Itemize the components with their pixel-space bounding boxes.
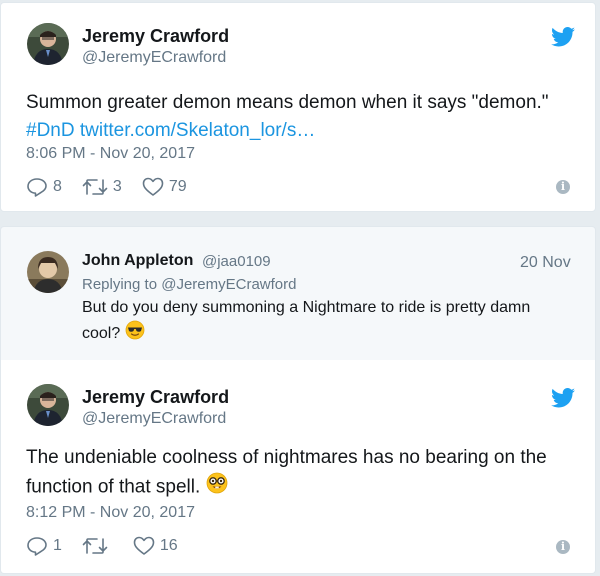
tweet-body: The undeniable coolness of nightmares ha… — [26, 447, 547, 498]
like-button[interactable]: 79 — [142, 177, 187, 197]
nerd-emoji — [206, 472, 228, 503]
reply-author-handle[interactable]: @jaa0109 — [202, 253, 271, 270]
avatar[interactable] — [27, 251, 69, 293]
heart-icon — [133, 536, 155, 555]
reply-count: 1 — [53, 537, 62, 554]
reply-count: 8 — [53, 178, 62, 195]
retweet-button[interactable]: 3 — [82, 178, 122, 196]
reply-author-name[interactable]: John Appleton — [82, 252, 193, 270]
avatar[interactable] — [27, 23, 69, 65]
timestamp[interactable]: 8:12 PM - Nov 20, 2017 — [26, 504, 195, 522]
action-bar: 8 3 79 — [26, 177, 207, 197]
like-count: 79 — [168, 178, 187, 195]
retweet-icon — [82, 538, 108, 554]
like-count: 16 — [159, 537, 178, 554]
timestamp[interactable]: 8:06 PM - Nov 20, 2017 — [26, 145, 195, 163]
reply-card: John Appleton @jaa0109 20 Nov Replying t… — [0, 226, 596, 361]
replying-to[interactable]: Replying to @JeremyECrawford — [82, 276, 296, 293]
tweet-card-1: Jeremy Crawford @JeremyECrawford Summon … — [0, 2, 596, 212]
url-link[interactable]: twitter.com/Skelaton_lor/s… — [80, 120, 315, 141]
hashtag-link[interactable]: #DnD — [26, 120, 75, 141]
retweet-count: 3 — [112, 178, 122, 195]
reply-icon — [27, 178, 47, 197]
reply-button[interactable]: 8 — [26, 177, 62, 197]
tweet-text: Summon greater demon means demon when it… — [26, 89, 581, 145]
twitter-bird-icon[interactable] — [551, 27, 575, 47]
reply-icon — [27, 537, 47, 556]
retweet-icon — [82, 179, 108, 195]
heart-icon — [142, 177, 164, 196]
author-handle[interactable]: @JeremyECrawford — [82, 49, 226, 67]
info-icon[interactable]: i — [556, 540, 570, 554]
reply-date[interactable]: 20 Nov — [520, 254, 571, 272]
tweet-card-2: Jeremy Crawford @JeremyECrawford The und… — [0, 360, 596, 574]
action-bar: 1 16 — [26, 536, 198, 556]
twitter-bird-icon[interactable] — [551, 388, 575, 408]
tweet-body: Summon greater demon means demon when it… — [26, 92, 549, 113]
sunglasses-emoji — [125, 320, 145, 348]
info-icon[interactable]: i — [556, 180, 570, 194]
avatar[interactable] — [27, 384, 69, 426]
retweet-button[interactable] — [82, 537, 113, 555]
author-name[interactable]: Jeremy Crawford — [82, 26, 229, 47]
reply-body: But do you deny summoning a Nightmare to… — [82, 299, 531, 343]
author-name[interactable]: Jeremy Crawford — [82, 387, 229, 408]
tweet-text: The undeniable coolness of nightmares ha… — [26, 444, 571, 503]
like-button[interactable]: 16 — [133, 536, 178, 556]
reply-button[interactable]: 1 — [26, 536, 62, 556]
reply-text: But do you deny summoning a Nightmare to… — [82, 295, 562, 348]
author-handle[interactable]: @JeremyECrawford — [82, 410, 226, 428]
